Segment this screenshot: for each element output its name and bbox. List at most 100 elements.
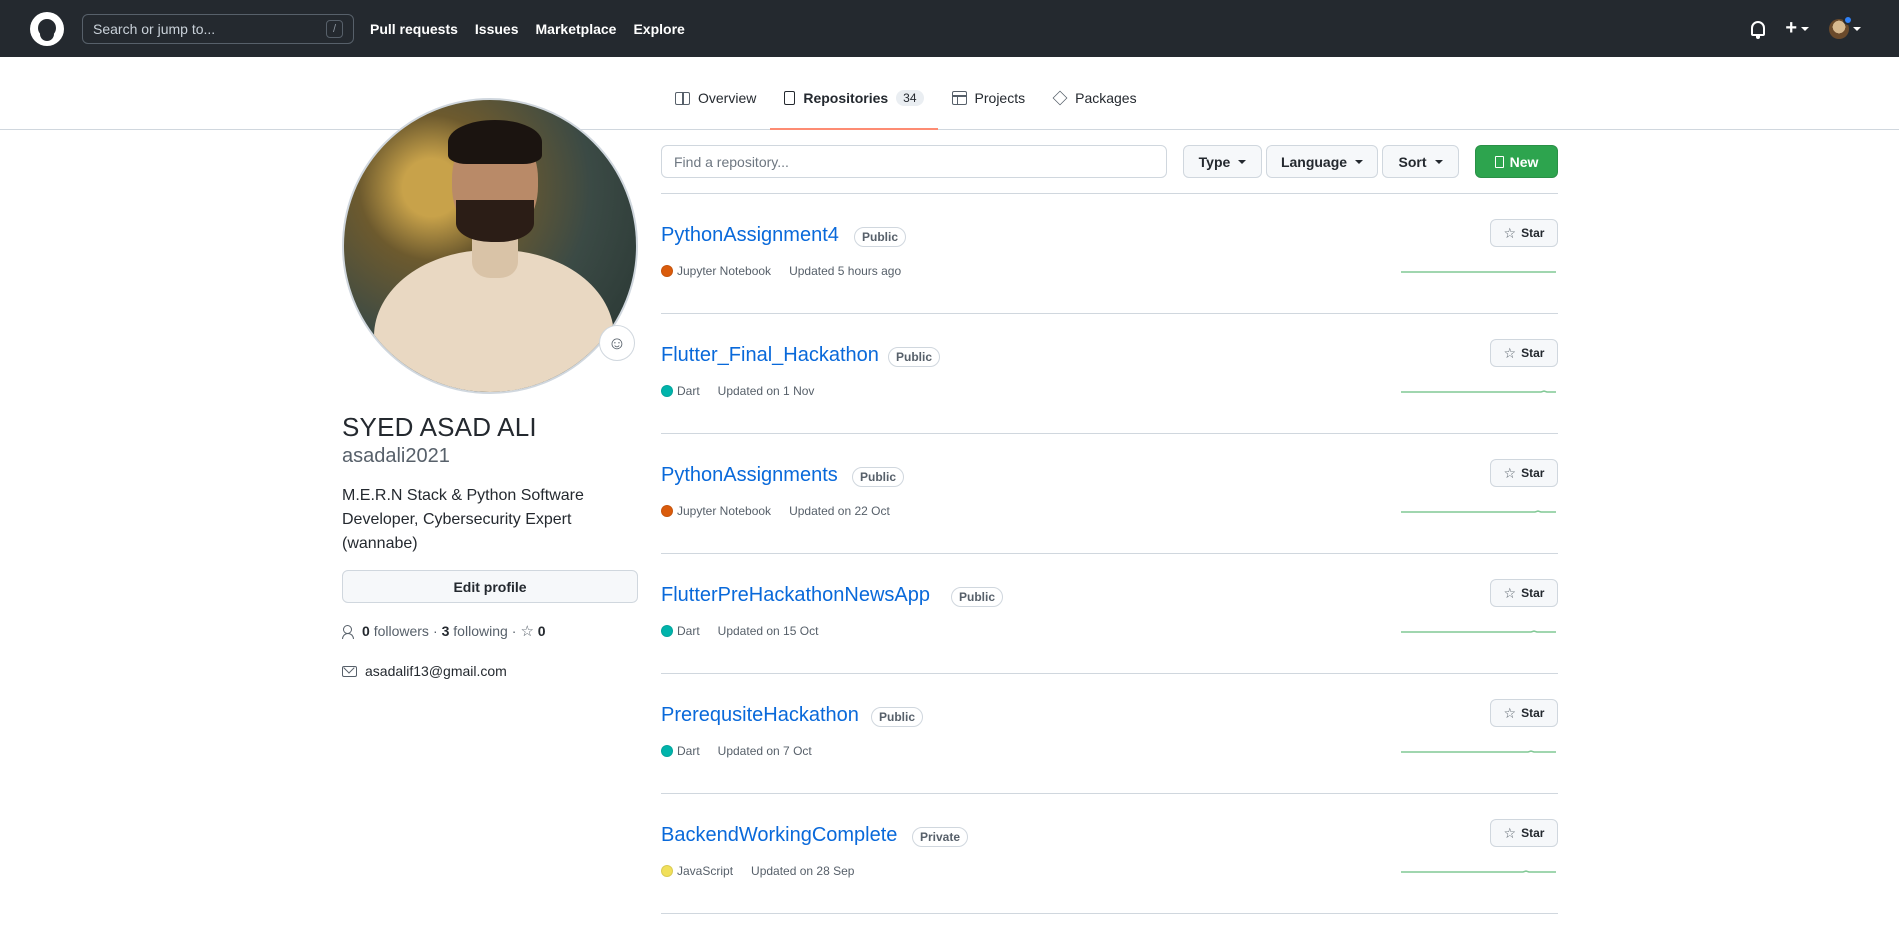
create-new-dropdown[interactable]: + xyxy=(1785,17,1809,40)
new-repository-button[interactable]: New xyxy=(1475,145,1558,178)
chevron-down-icon xyxy=(1355,159,1364,164)
repo-item: FlutterPreHackathonNewsApp Public Dart U… xyxy=(661,554,1558,674)
star-label: Star xyxy=(1521,346,1545,360)
star-icon: ☆ xyxy=(1503,464,1517,481)
star-icon: ☆ xyxy=(1503,344,1517,361)
following-count: 3 xyxy=(441,623,450,639)
repo-meta: JavaScript Updated on 28 Sep xyxy=(661,864,854,878)
nav-marketplace[interactable]: Marketplace xyxy=(536,21,617,37)
star-button[interactable]: ☆ Star xyxy=(1490,579,1558,607)
profile-username: asadali2021 xyxy=(342,445,450,467)
repo-name-link[interactable]: PythonAssignment4 xyxy=(661,224,839,247)
repo-updated: Updated 5 hours ago xyxy=(789,264,902,278)
visibility-badge: Public xyxy=(854,227,907,247)
notifications-bell-icon[interactable] xyxy=(1751,21,1766,39)
global-search-input[interactable]: Search or jump to... / xyxy=(82,13,354,44)
chevron-down-icon xyxy=(1853,26,1861,31)
email-link[interactable]: asadalif13@gmail.com xyxy=(365,663,507,679)
tab-projects[interactable]: Projects xyxy=(938,90,1040,130)
star-button[interactable]: ☆ Star xyxy=(1490,699,1558,727)
activity-sparkline xyxy=(1401,870,1556,873)
language-color-dot xyxy=(661,745,673,757)
repo-updated: Updated on 7 Oct xyxy=(717,744,812,758)
repo-language: Dart xyxy=(677,384,700,398)
type-filter-button[interactable]: Type xyxy=(1183,145,1262,178)
star-icon: ☆ xyxy=(1503,824,1517,841)
repo-item: PythonAssignment4 Public Jupyter Noteboo… xyxy=(661,194,1558,314)
profile-bio: M.E.R.N Stack & Python Software Develope… xyxy=(342,487,584,552)
user-menu-dropdown[interactable] xyxy=(1829,14,1861,39)
activity-sparkline xyxy=(1401,390,1556,393)
follow-stats: 0 followers · 3 following · ☆ 0 xyxy=(342,622,546,640)
nav-pull-requests[interactable]: Pull requests xyxy=(370,21,458,37)
package-icon xyxy=(1052,90,1068,106)
type-filter-label: Type xyxy=(1198,153,1231,170)
repo-item: BackendWorkingComplete Private JavaScrip… xyxy=(661,794,1558,914)
chevron-down-icon xyxy=(1801,26,1809,31)
visibility-badge: Public xyxy=(951,587,1004,607)
repo-meta: Dart Updated on 7 Oct xyxy=(661,744,812,758)
repo-meta: Dart Updated on 1 Nov xyxy=(661,384,814,398)
star-label: Star xyxy=(1521,706,1545,720)
chevron-down-icon xyxy=(1238,159,1247,164)
github-logo-icon[interactable] xyxy=(30,11,64,46)
language-filter-button[interactable]: Language xyxy=(1266,145,1378,178)
new-button-label: New xyxy=(1509,153,1539,170)
tab-label: Overview xyxy=(698,90,757,106)
find-repository-input[interactable] xyxy=(661,145,1167,178)
followers-count: 0 xyxy=(362,623,370,639)
repo-updated: Updated on 28 Sep xyxy=(751,864,855,878)
sort-filter-button[interactable]: Sort xyxy=(1382,145,1459,178)
star-icon: ☆ xyxy=(1503,224,1517,241)
tab-packages[interactable]: Packages xyxy=(1039,90,1150,130)
nav-issues[interactable]: Issues xyxy=(475,21,519,37)
set-status-smiley-icon[interactable]: ☺ xyxy=(599,325,635,361)
stars-link[interactable]: ☆ 0 xyxy=(520,622,545,640)
repo-count-badge: 34 xyxy=(896,90,924,106)
repo-icon xyxy=(784,91,796,105)
global-nav: Pull requests Issues Marketplace Explore xyxy=(370,21,702,37)
chevron-down-icon xyxy=(1434,159,1443,164)
repo-language: Dart xyxy=(677,744,700,758)
activity-sparkline xyxy=(1401,630,1556,633)
repo-name-link[interactable]: FlutterPreHackathonNewsApp xyxy=(661,584,930,607)
separator-dot: · xyxy=(511,623,517,639)
star-button[interactable]: ☆ Star xyxy=(1490,459,1558,487)
repo-name-link[interactable]: PythonAssignments xyxy=(661,464,838,487)
profile-full-name: SYED ASAD ALI xyxy=(342,412,537,442)
tab-repositories[interactable]: Repositories 34 xyxy=(770,90,938,130)
book-icon xyxy=(675,92,690,105)
people-icon xyxy=(342,625,358,639)
followers-label: followers xyxy=(373,623,429,639)
repo-language: Jupyter Notebook xyxy=(677,264,772,278)
repo-updated: Updated on 15 Oct xyxy=(717,624,819,638)
language-color-dot xyxy=(661,865,673,877)
repository-list: PythonAssignment4 Public Jupyter Noteboo… xyxy=(661,193,1558,914)
nav-explore[interactable]: Explore xyxy=(633,21,684,37)
repo-name-link[interactable]: Flutter_Final_Hackathon xyxy=(661,344,879,367)
tab-overview[interactable]: Overview xyxy=(661,90,770,130)
followers-link[interactable]: 0 followers xyxy=(362,623,429,639)
profile-avatar[interactable] xyxy=(342,98,638,394)
repo-meta: Jupyter Notebook Updated 5 hours ago xyxy=(661,264,901,278)
visibility-badge: Public xyxy=(852,467,905,487)
language-color-dot xyxy=(661,265,673,277)
repo-name-link[interactable]: BackendWorkingComplete xyxy=(661,824,897,847)
edit-profile-button[interactable]: Edit profile xyxy=(342,570,638,603)
repo-item: Flutter_Final_Hackathon Public Dart Upda… xyxy=(661,314,1558,434)
following-link[interactable]: 3 following xyxy=(442,623,508,639)
star-label: Star xyxy=(1521,826,1545,840)
language-color-dot xyxy=(661,625,673,637)
star-label: Star xyxy=(1521,226,1545,240)
star-button[interactable]: ☆ Star xyxy=(1490,819,1558,847)
star-icon: ☆ xyxy=(1503,704,1517,721)
activity-sparkline xyxy=(1401,271,1556,273)
repo-language: Jupyter Notebook xyxy=(677,504,772,518)
star-button[interactable]: ☆ Star xyxy=(1490,219,1558,247)
repo-item: PythonAssignments Public Jupyter Noteboo… xyxy=(661,434,1558,554)
language-color-dot xyxy=(661,385,673,397)
repo-name-link[interactable]: PrerequsiteHackathon xyxy=(661,704,859,727)
repo-item: PrerequsiteHackathon Public Dart Updated… xyxy=(661,674,1558,794)
star-button[interactable]: ☆ Star xyxy=(1490,339,1558,367)
status-dot xyxy=(1843,14,1853,25)
